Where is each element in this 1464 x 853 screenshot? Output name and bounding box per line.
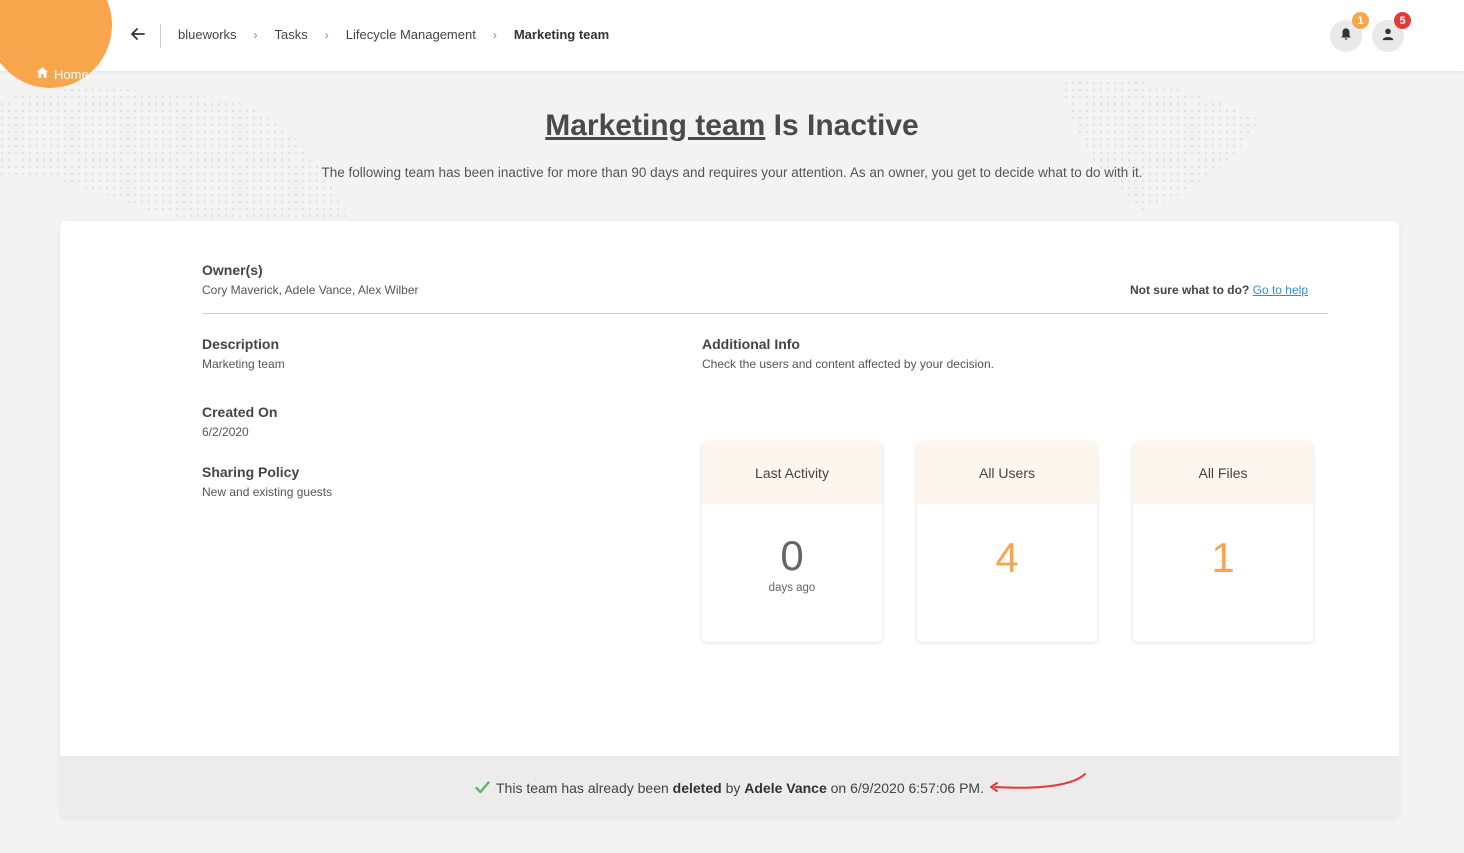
stat-unit: days ago xyxy=(768,582,816,594)
stat-card-all-users[interactable]: All Users 4 xyxy=(917,442,1097,642)
home-label: Home xyxy=(54,66,89,82)
created-on-label: Created On xyxy=(202,404,278,420)
breadcrumb-current: Marketing team xyxy=(513,27,610,42)
sharing-policy-label: Sharing Policy xyxy=(202,464,300,480)
profile-badge: 5 xyxy=(1394,12,1411,29)
additional-info-label: Additional Info xyxy=(702,336,800,352)
home-icon xyxy=(36,66,49,82)
help-prefix: Not sure what to do? xyxy=(1129,283,1250,297)
title-suffix: Is Inactive xyxy=(765,109,919,142)
top-bar: Home blueworks › Tasks › Lifecycle Manag… xyxy=(0,0,1464,88)
home-link[interactable]: Home xyxy=(36,66,89,82)
chevron-right-icon: › xyxy=(324,27,329,42)
additional-info-value: Check the users and content affected by … xyxy=(702,357,994,371)
owners-value: Cory Maverick, Adele Vance, Alex Wilber xyxy=(202,283,419,297)
status-by: by xyxy=(725,779,741,796)
breadcrumb: blueworks › Tasks › Lifecycle Management… xyxy=(178,27,609,42)
divider xyxy=(160,24,161,48)
owners-label: Owner(s) xyxy=(202,262,263,278)
stat-value: 4 xyxy=(995,534,1019,581)
back-button[interactable] xyxy=(130,28,146,44)
status-on: on xyxy=(830,779,847,796)
page-subtitle: The following team has been inactive for… xyxy=(321,165,1143,180)
stat-card-last-activity[interactable]: Last Activity 0 days ago xyxy=(702,442,882,642)
stat-label: Last Activity xyxy=(702,442,882,504)
status-timestamp: 6/9/2020 6:57:06 PM. xyxy=(850,779,984,796)
team-details-card: Owner(s) Cory Maverick, Adele Vance, Ale… xyxy=(60,221,1399,817)
checkmark-icon xyxy=(475,781,490,794)
stat-value: 1 xyxy=(1211,534,1235,581)
divider xyxy=(202,313,1328,314)
status-bar: This team has already been deleted by Ad… xyxy=(60,756,1399,817)
notifications-button[interactable]: 1 xyxy=(1330,12,1369,52)
description-label: Description xyxy=(202,336,280,352)
user-icon xyxy=(1381,27,1395,46)
profile-button[interactable]: 5 xyxy=(1372,12,1411,52)
stat-label: All Users xyxy=(917,442,1097,504)
team-name-link[interactable]: Marketing team xyxy=(545,109,765,142)
page-title: Marketing team Is Inactive xyxy=(0,109,1464,143)
help-text: Not sure what to do? Go to help xyxy=(1130,283,1308,297)
sharing-policy-value: New and existing guests xyxy=(202,485,333,499)
status-user: Adele Vance xyxy=(744,779,827,796)
breadcrumb-item-tasks[interactable]: Tasks xyxy=(275,27,308,42)
status-prefix: This team has already been xyxy=(496,779,669,796)
stat-card-all-files[interactable]: All Files 1 xyxy=(1133,442,1313,642)
help-link[interactable]: Go to help xyxy=(1253,283,1308,297)
breadcrumb-item-lifecycle[interactable]: Lifecycle Management xyxy=(346,27,476,42)
arrow-left-icon xyxy=(131,27,145,45)
status-action: deleted xyxy=(672,779,722,796)
breadcrumb-item-blueworks[interactable]: blueworks xyxy=(178,27,237,42)
bell-icon xyxy=(1339,27,1353,46)
chevron-right-icon: › xyxy=(492,27,497,42)
notifications-badge: 1 xyxy=(1352,12,1369,29)
created-on-value: 6/2/2020 xyxy=(202,425,249,439)
chevron-right-icon: › xyxy=(253,27,258,42)
stat-label: All Files xyxy=(1133,442,1313,504)
description-value: Marketing team xyxy=(202,357,285,371)
stat-value: 0 xyxy=(780,532,804,579)
